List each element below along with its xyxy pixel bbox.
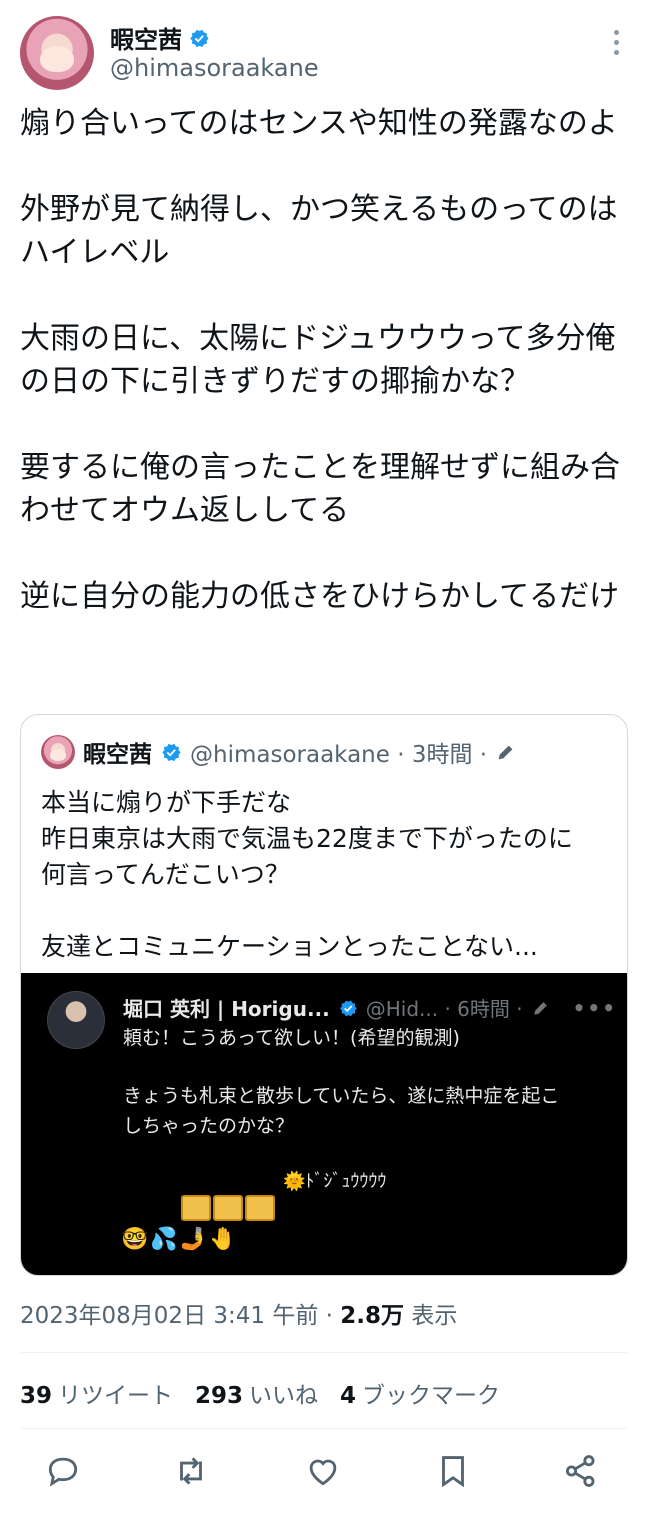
like-stat[interactable]: 293 いいね	[195, 1376, 318, 1410]
verified-badge-icon	[190, 29, 209, 47]
quoted-tweet-meta: @himasoraakane · 3時間 ·	[190, 742, 488, 768]
divider	[20, 1428, 627, 1429]
embedded-tweet-header: 堀口 英利 | Horigu... @Hid... · 6時間 · •••	[123, 993, 617, 1022]
tweet-timestamp: 2023年08月02日 3:41 午前 · 2.8万 表示	[20, 1296, 457, 1330]
engagement-stats: 39 リツイート 293 いいね 4 ブックマーク	[20, 1376, 500, 1410]
embedded-line: きょうも札束と散歩していたら、遂に熱中症を起こ	[123, 1085, 560, 1107]
tweet-paragraph: 煽り合いってのはセンスや知性の発露なのよ	[20, 106, 618, 141]
quoted-tweet[interactable]: 暇空茜 @himasoraakane · 3時間 · 本当に煽りが下手だな 昨日…	[20, 714, 628, 1276]
verified-badge-icon	[162, 743, 181, 762]
verified-badge-icon	[339, 1000, 357, 1016]
quoted-tweet-line: 友達とコミュニケーションとったことない...	[41, 932, 538, 961]
sun-text: 🌞ﾄﾞｼﾞｭｳｳｳｳ	[283, 1171, 387, 1192]
tweet-paragraph: 要するに俺の言ったことを理解せずに組み合わせてオウム返ししてる	[20, 450, 620, 528]
retweet-stat[interactable]: 39 リツイート	[20, 1376, 173, 1410]
quoted-tweet-line: 昨日東京は大雨で気温も22度まで下がったのに	[41, 824, 573, 853]
quoted-tweet-header: 暇空茜 @himasoraakane · 3時間 ·	[41, 735, 517, 769]
reply-icon[interactable]	[44, 1452, 82, 1490]
bookmark-icon[interactable]	[434, 1452, 472, 1490]
view-label: 表示	[404, 1303, 458, 1329]
quoted-author-avatar	[41, 735, 75, 769]
tweet-header: 暇空茜 @himasoraakane	[20, 14, 630, 94]
more-icon[interactable]	[614, 30, 622, 60]
quoted-tweet-line: 本当に煽りが下手だな	[41, 788, 292, 817]
author-display-name[interactable]: 暇空茜	[110, 20, 182, 55]
view-count: 2.8万	[340, 1303, 405, 1329]
bookmark-stat[interactable]: 4 ブックマーク	[340, 1376, 500, 1410]
pen-icon	[533, 1001, 547, 1015]
pen-icon	[498, 745, 513, 760]
embedded-line: 頼む！こうあって欲しい！(希望的観測)	[123, 1027, 460, 1049]
embedded-author-name: 堀口 英利 | Horigu...	[123, 997, 330, 1021]
author-avatar[interactable]	[20, 16, 94, 90]
embedded-line: しちゃったのかな？	[123, 1115, 295, 1137]
quoted-author-name: 暇空茜	[83, 742, 152, 768]
money-icon	[181, 1195, 211, 1221]
tweet-paragraph: 大雨の日に、太陽にドジュウウウって多分俺の日の下に引きずりだすの揶揄かな？	[20, 321, 616, 399]
embedded-tweet-meta: @Hid... · 6時間 ·	[365, 997, 523, 1021]
action-bar	[20, 1446, 630, 1496]
retweet-icon[interactable]	[172, 1452, 210, 1490]
embedded-tweet-image[interactable]: 堀口 英利 | Horigu... @Hid... · 6時間 · ••• 頼む…	[21, 973, 627, 1275]
money-icon	[245, 1195, 275, 1221]
timestamp-time[interactable]: 2023年08月02日 3:41 午前 ·	[20, 1303, 340, 1329]
author-name-row[interactable]: 暇空茜	[110, 20, 210, 55]
embedded-tweet-text: 頼む！こうあって欲しい！(希望的観測) きょうも札束と散歩していたら、遂に熱中症…	[123, 1023, 613, 1141]
emoji-row: 🤓💦🤳🤚	[121, 1227, 239, 1252]
tweet-paragraph: 逆に自分の能力の低さをひけらかしてるだけ	[20, 579, 620, 614]
money-icons	[181, 1195, 275, 1221]
money-icon	[213, 1195, 243, 1221]
embedded-author-avatar	[47, 991, 105, 1049]
like-icon[interactable]	[304, 1452, 342, 1490]
author-handle[interactable]: @himasoraakane	[110, 54, 319, 82]
quoted-tweet-text: 本当に煽りが下手だな 昨日東京は大雨で気温も22度まで下がったのに 何言ってんだ…	[41, 785, 611, 965]
tweet-paragraph: 外野が見て納得し、かつ笑えるものってのはハイレベル	[20, 192, 618, 270]
tweet-text: 煽り合いってのはセンスや知性の発露なのよ 外野が見て納得し、かつ笑えるものっての…	[20, 102, 630, 661]
embedded-more-icon: •••	[572, 995, 617, 1020]
divider	[20, 1352, 627, 1353]
quoted-tweet-line: 何言ってんだこいつ？	[41, 860, 290, 889]
share-icon[interactable]	[562, 1452, 600, 1490]
